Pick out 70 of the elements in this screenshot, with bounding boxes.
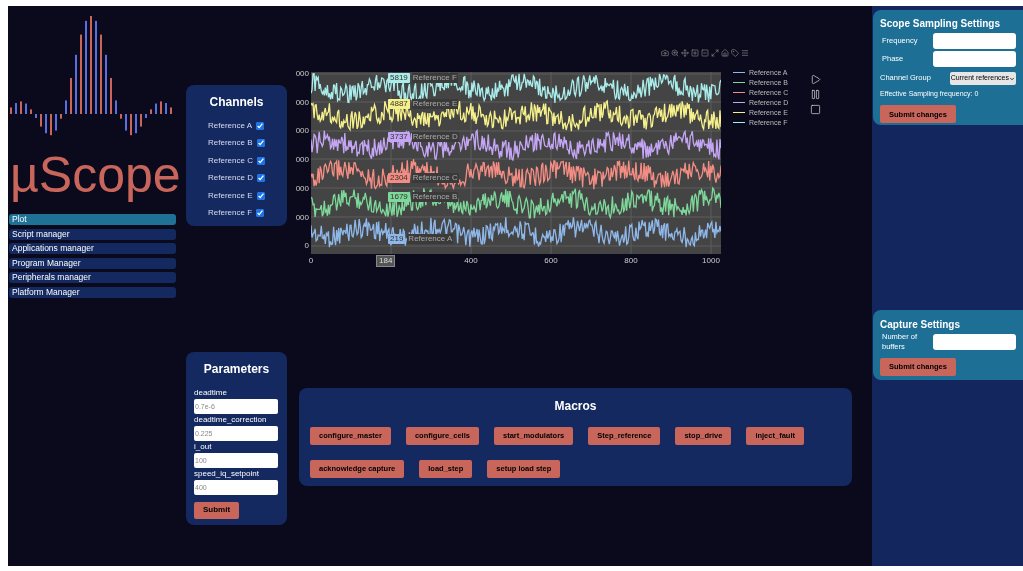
hover-x-value: 184 [376,255,396,267]
hover-value: 2304 [388,173,410,183]
y-tick-label: 000 [295,70,310,78]
field-label: speed_iq_setpoint [194,468,260,480]
panel-title: Macros [554,398,597,415]
field-label: deadtime_correction [194,414,268,426]
buffers-field[interactable] [933,334,1016,350]
channel-label: Reference B [208,137,253,149]
y-tick-label: 000 [295,127,310,136]
hover-value: 1679 [388,192,410,202]
camera-icon[interactable] [661,49,669,57]
channel-checkbox[interactable] [256,174,265,182]
x-tick-label: 0 [308,257,314,265]
channel-checkbox[interactable] [256,139,265,147]
expand-icon[interactable] [711,49,719,57]
y-tick-label: 0 [304,242,310,251]
phase-field[interactable] [933,51,1016,67]
x-tick-label: 800 [624,257,638,265]
nav-item[interactable]: Plot [9,214,176,225]
tag-icon[interactable] [731,49,739,57]
nav-item[interactable]: Script manager [9,228,176,240]
hover-series-label: Reference A [407,234,454,244]
panel-title: Capture Settings [880,318,961,332]
channel-label: Reference D [208,172,253,184]
channel-label: Reference A [208,119,253,132]
hover-series-label: Reference B [411,192,459,202]
submit-button[interactable]: Submit [194,501,240,519]
panel-title: Parameters [202,361,271,378]
x-tick-label: 400 [464,257,478,265]
hover-value: 5819 [388,73,410,83]
frequency-field[interactable] [933,33,1016,49]
y-tick-label: 000 [295,98,310,107]
nav-item[interactable]: Applications manager [9,243,176,254]
menu-icon[interactable] [741,49,749,57]
zoom-out-icon[interactable] [701,49,709,57]
y-tick-label: 000 [295,156,310,165]
hover-series-label: Reference E [411,99,459,109]
y-tick-label: 000 [295,213,310,222]
channel-label: Reference C [208,154,253,167]
play-icon[interactable] [810,74,822,85]
x-tick-label: 600 [544,257,558,265]
field-label: i_out [194,441,213,453]
panel-title: Channels [209,94,264,111]
nav-item[interactable]: Program Manager [9,257,176,269]
chevron-icon [1009,75,1015,82]
logo-text: µScope [9,146,181,205]
stop-icon[interactable] [810,104,822,115]
zoom-in-icon[interactable] [691,49,699,57]
channel-checkbox[interactable] [256,156,265,165]
hover-series-label: Reference C [411,173,459,183]
pause-icon[interactable] [810,89,822,100]
x-tick-label: 1000 [702,257,720,265]
hover-series-label: Reference F [411,73,458,83]
nav-item[interactable]: Peripherals manager [9,272,176,283]
move-icon[interactable] [681,49,689,57]
channel-label: Reference F [208,207,253,219]
field-label: deadtime [194,387,228,399]
hover-value: 3737 [388,132,410,142]
channel-label: Reference E [208,189,253,202]
panel-title: Scope Sampling Settings [880,17,1002,31]
hover-value: 219 [388,234,406,244]
nav-item[interactable]: Platform Manager [9,286,176,298]
y-tick-label: 000 [295,184,310,193]
zoom-icon[interactable] [671,49,679,57]
hover-value: 4887 [388,99,410,109]
channel-checkbox[interactable] [256,191,265,200]
channel-checkbox[interactable] [256,209,265,217]
home-icon[interactable] [721,49,729,57]
channel-checkbox[interactable] [256,121,265,130]
hover-series-label: Reference D [411,132,459,142]
